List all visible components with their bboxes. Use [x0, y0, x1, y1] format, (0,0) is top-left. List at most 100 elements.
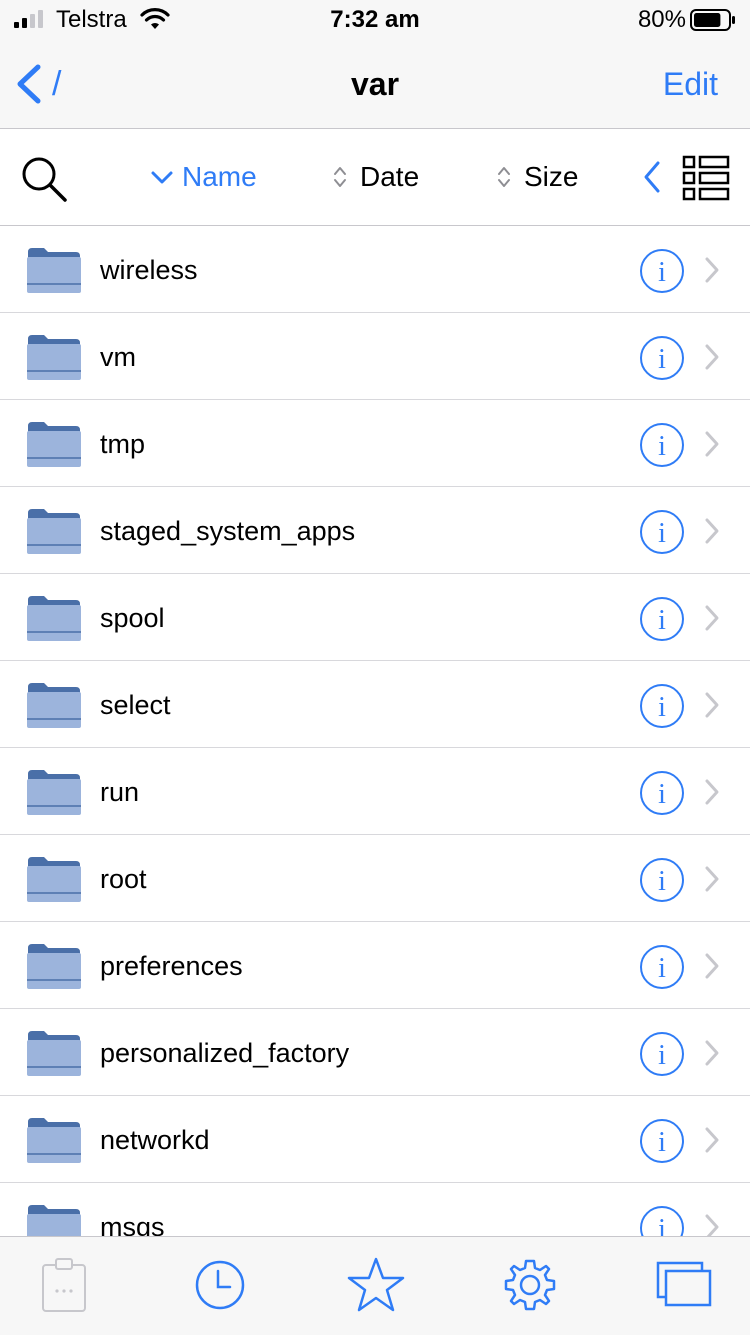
- file-name: personalized_factory: [100, 1038, 350, 1068]
- folder-icon: [27, 1031, 81, 1076]
- file-row[interactable]: vm i: [0, 313, 750, 400]
- file-row[interactable]: msgs i: [0, 1183, 750, 1236]
- sort-name-label: Name: [182, 161, 257, 192]
- chevron-right-icon: [705, 1040, 719, 1066]
- folder-icon: [27, 335, 81, 380]
- info-icon[interactable]: i: [639, 248, 685, 294]
- svg-text:i: i: [658, 953, 666, 984]
- svg-text:i: i: [658, 779, 666, 810]
- sort-size-label: Size: [524, 161, 579, 192]
- clipboard-icon: [42, 1258, 86, 1312]
- info-icon[interactable]: i: [639, 596, 685, 642]
- file-row[interactable]: tmp i: [0, 400, 750, 487]
- status-bar: Telstra 7:32 am 80%: [0, 0, 750, 40]
- tab-clipboard[interactable]: [34, 1255, 94, 1315]
- gear-icon: [504, 1259, 556, 1311]
- chevron-right-icon: [705, 779, 719, 805]
- svg-text:i: i: [658, 866, 666, 897]
- chevron-right-icon: [705, 518, 719, 544]
- info-icon[interactable]: i: [639, 944, 685, 990]
- info-icon[interactable]: i: [639, 509, 685, 555]
- chevron-right-icon: [705, 344, 719, 370]
- file-row[interactable]: wireless i: [0, 226, 750, 313]
- svg-text:i: i: [658, 431, 666, 462]
- folder-icon: [27, 683, 81, 728]
- file-name: tmp: [100, 429, 146, 459]
- file-list: wireless i vm i tmp i staged_system_apps…: [0, 226, 750, 1236]
- info-icon[interactable]: i: [639, 422, 685, 468]
- chevron-right-icon: [705, 431, 719, 457]
- sort-by-size-button[interactable]: Size: [492, 159, 592, 195]
- page-title: var: [350, 66, 400, 102]
- svg-text:i: i: [658, 1040, 666, 1071]
- chevron-left-icon[interactable]: [640, 159, 664, 195]
- chevron-right-icon: [705, 953, 719, 979]
- svg-text:i: i: [658, 344, 666, 375]
- file-row[interactable]: spool i: [0, 574, 750, 661]
- file-name: root: [100, 864, 147, 894]
- tab-windows[interactable]: [654, 1255, 714, 1315]
- tab-recent[interactable]: [190, 1255, 250, 1315]
- info-icon[interactable]: i: [639, 335, 685, 381]
- file-row[interactable]: personalized_factory i: [0, 1009, 750, 1096]
- sort-date-label: Date: [360, 161, 420, 192]
- file-name: msgs: [100, 1212, 165, 1236]
- clock-icon: [195, 1260, 245, 1310]
- chevron-right-icon: [705, 692, 719, 718]
- file-name: wireless: [100, 255, 198, 285]
- sort-by-name-button[interactable]: Name: [150, 159, 270, 195]
- file-row[interactable]: run i: [0, 748, 750, 835]
- file-name: spool: [100, 603, 165, 633]
- navigation-bar: / var Edit: [0, 40, 750, 129]
- svg-text:i: i: [658, 257, 666, 288]
- list-layout-icon[interactable]: [682, 155, 730, 201]
- sort-by-date-button[interactable]: Date: [328, 159, 438, 195]
- battery-icon: [690, 9, 735, 31]
- folder-icon: [27, 1118, 81, 1163]
- info-icon[interactable]: i: [639, 1031, 685, 1077]
- battery-percentage: 80%: [637, 6, 686, 33]
- tab-bar: [0, 1236, 750, 1335]
- svg-text:i: i: [658, 1127, 666, 1158]
- folder-icon: [27, 770, 81, 815]
- svg-text:i: i: [658, 605, 666, 636]
- chevron-right-icon: [705, 257, 719, 283]
- folder-icon: [27, 857, 81, 902]
- sort-updown-icon: [498, 167, 510, 187]
- star-icon: [347, 1257, 405, 1312]
- chevron-right-icon: [705, 605, 719, 631]
- file-name: preferences: [100, 951, 243, 981]
- info-icon[interactable]: i: [639, 770, 685, 816]
- chevron-down-icon: [151, 171, 173, 184]
- file-name: vm: [100, 342, 136, 372]
- folder-icon: [27, 1205, 81, 1236]
- chevron-right-icon: [705, 1127, 719, 1153]
- sort-bar: Name Date Size: [0, 129, 750, 226]
- chevron-right-icon: [705, 1214, 719, 1236]
- file-row[interactable]: networkd i: [0, 1096, 750, 1183]
- file-row[interactable]: root i: [0, 835, 750, 922]
- file-name: staged_system_apps: [100, 516, 356, 546]
- sort-updown-icon: [334, 167, 346, 187]
- svg-text:i: i: [658, 692, 666, 723]
- info-icon[interactable]: i: [639, 1118, 685, 1164]
- file-row[interactable]: preferences i: [0, 922, 750, 1009]
- folder-icon: [27, 422, 81, 467]
- edit-button[interactable]: Edit: [663, 64, 718, 104]
- info-icon[interactable]: i: [639, 683, 685, 729]
- svg-text:i: i: [658, 1214, 666, 1236]
- file-name: run: [100, 777, 140, 807]
- folder-icon: [27, 596, 81, 641]
- tab-settings[interactable]: [500, 1255, 560, 1315]
- info-icon[interactable]: i: [639, 857, 685, 903]
- folder-icon: [27, 509, 81, 554]
- file-row[interactable]: staged_system_apps i: [0, 487, 750, 574]
- svg-text:i: i: [658, 518, 666, 549]
- search-icon[interactable]: [20, 155, 68, 203]
- folder-icon: [27, 248, 81, 293]
- tab-favorites[interactable]: [346, 1255, 406, 1315]
- file-name: select: [100, 690, 171, 720]
- folder-icon: [27, 944, 81, 989]
- file-row[interactable]: select i: [0, 661, 750, 748]
- info-icon[interactable]: i: [639, 1205, 685, 1236]
